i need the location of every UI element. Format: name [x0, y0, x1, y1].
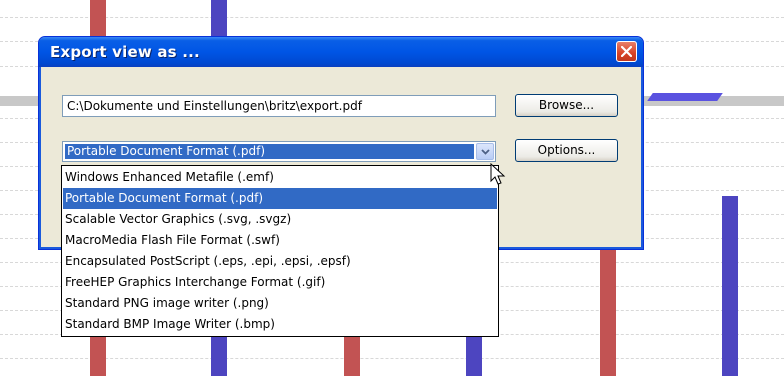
format-select-dropdown-button[interactable] [476, 143, 494, 160]
close-icon [621, 46, 632, 57]
close-button[interactable] [616, 41, 637, 62]
list-item[interactable]: Standard BMP Image Writer (.bmp) [63, 314, 497, 335]
format-dropdown-list: Windows Enhanced Metafile (.emf) Portabl… [61, 165, 499, 337]
gridline [0, 17, 784, 18]
list-item[interactable]: Standard PNG image writer (.png) [63, 293, 497, 314]
list-item[interactable]: Windows Enhanced Metafile (.emf) [63, 167, 497, 188]
list-item[interactable]: Portable Document Format (.pdf) [63, 188, 497, 209]
dialog-titlebar[interactable]: Export view as ... [39, 37, 643, 67]
mouse-cursor-icon [490, 163, 506, 185]
file-path-input[interactable]: C:\Dokumente und Einstellungen\britz\exp… [62, 95, 496, 117]
options-button[interactable]: Options... [515, 139, 618, 162]
list-item[interactable]: MacroMedia Flash File Format (.swf) [63, 230, 497, 251]
list-item[interactable]: Scalable Vector Graphics (.svg, .svgz) [63, 209, 497, 230]
browse-button[interactable]: Browse... [515, 94, 618, 117]
list-item[interactable]: FreeHEP Graphics Interchange Format (.gi… [63, 272, 497, 293]
chevron-down-icon [481, 149, 490, 155]
dialog-title: Export view as ... [50, 43, 200, 61]
chart-bar-top [647, 93, 723, 101]
format-select[interactable]: Portable Document Format (.pdf) [62, 141, 496, 162]
chart-bar [654, 196, 738, 376]
list-item[interactable]: Encapsulated PostScript (.eps, .epi, .ep… [63, 251, 497, 272]
format-select-value: Portable Document Format (.pdf) [65, 144, 474, 159]
